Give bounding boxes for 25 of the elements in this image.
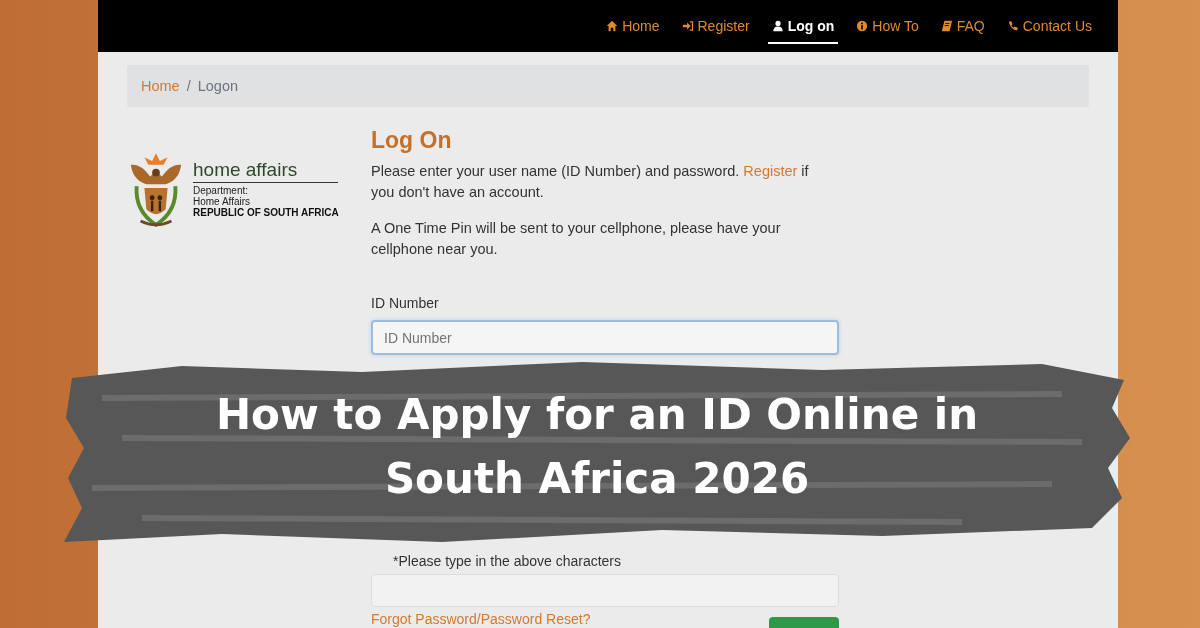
sign-in-icon (681, 20, 694, 32)
field-label: ID Number (371, 295, 440, 311)
otp-note: A One Time Pin will be sent to your cellphone, please have your cellphone near you. (371, 219, 782, 259)
department-name: home affairs (193, 159, 338, 183)
banner-title: How to Apply for an ID Online in South Africa 2026 (214, 389, 980, 505)
phone-icon (1006, 20, 1019, 32)
nav-link[interactable]: FAQ (936, 0, 989, 52)
home-icon (606, 20, 619, 32)
nav-link[interactable]: Register (677, 0, 754, 52)
department-line: Home Affairs (193, 196, 252, 207)
field-label: *Please type in the above characters (392, 553, 623, 569)
page-title: Log On (371, 126, 453, 155)
country-name: REPUBLIC OF SOUTH AFRICA (193, 207, 339, 218)
nav-link[interactable]: How To (852, 0, 923, 52)
intro-text: Please enter your user name (ID Number) and password. Register if you don't have an account. (371, 162, 810, 202)
breadcrumb-separator: / (186, 78, 191, 94)
breadcrumb-current-page: Logon (197, 78, 239, 94)
info-icon (856, 20, 869, 32)
book-icon (940, 20, 953, 32)
input-field[interactable]: ID Number (371, 320, 839, 355)
nav-link[interactable]: Contact Us (1002, 0, 1096, 52)
nav-link[interactable]: Log on (767, 0, 839, 52)
nav-link[interactable]: Home (602, 0, 664, 52)
department-line: Department: (193, 185, 249, 196)
user-icon (771, 20, 784, 32)
